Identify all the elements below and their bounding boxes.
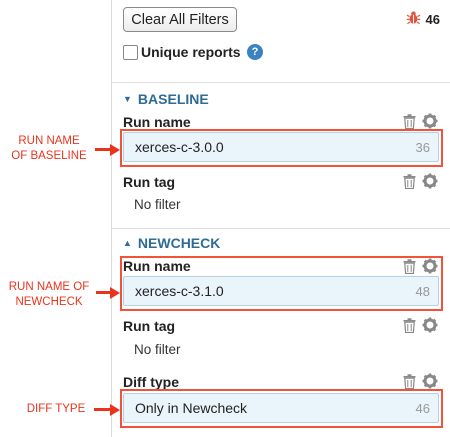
- baseline-title: BASELINE: [137, 91, 209, 107]
- section-divider: [111, 82, 450, 83]
- bug-icon: [406, 10, 421, 28]
- sidebar-divider: [111, 0, 112, 437]
- trash-icon[interactable]: [403, 317, 416, 338]
- newcheck-section-header[interactable]: ▲ NEWCHECK: [123, 235, 220, 251]
- unique-reports-checkbox[interactable]: [123, 45, 138, 60]
- newcheck-highlight-box: [120, 256, 443, 311]
- newcheck-annotation: RUN NAME OF NEWCHECK: [2, 280, 96, 310]
- bug-count-badge: 46: [406, 10, 440, 28]
- diff-type-label: Diff type: [123, 374, 179, 390]
- gear-icon[interactable]: [422, 317, 438, 338]
- annotation-arrow: [95, 143, 120, 156]
- trash-icon[interactable]: [403, 173, 416, 194]
- diff-type-annotation: DIFF TYPE: [20, 402, 92, 417]
- diff-type-highlight-box: [120, 389, 443, 428]
- clear-all-filters-button[interactable]: Clear All Filters: [123, 7, 237, 32]
- unique-reports-label: Unique reports: [141, 44, 241, 60]
- baseline-run-tag-value[interactable]: No filter: [134, 197, 181, 212]
- baseline-run-tag-tools: [403, 173, 438, 194]
- annotation-line: DIFF TYPE: [26, 403, 86, 415]
- baseline-run-name-label: Run name: [123, 114, 191, 130]
- baseline-highlight-box: [120, 129, 443, 167]
- annotation-arrow: [94, 403, 120, 416]
- help-icon[interactable]: ?: [247, 44, 263, 60]
- annotation-arrow: [96, 286, 120, 299]
- annotation-line: RUN NAME OF: [8, 281, 90, 293]
- newcheck-run-tag-tools: [403, 317, 438, 338]
- collapse-triangle-icon: ▼: [123, 94, 132, 104]
- bug-count-value: 46: [425, 11, 440, 27]
- annotation-line: NEWCHECK: [15, 296, 83, 308]
- newcheck-title: NEWCHECK: [137, 235, 221, 251]
- section-divider: [111, 228, 450, 229]
- baseline-annotation: RUN NAME OF BASELINE: [4, 134, 94, 164]
- newcheck-run-tag-label: Run tag: [123, 318, 176, 334]
- baseline-section-header[interactable]: ▼ BASELINE: [123, 91, 209, 107]
- annotation-line: RUN NAME: [18, 135, 80, 147]
- expand-triangle-icon: ▲: [123, 238, 132, 248]
- newcheck-run-tag-value[interactable]: No filter: [134, 342, 181, 357]
- annotation-line: OF BASELINE: [11, 150, 87, 162]
- gear-icon[interactable]: [422, 173, 438, 194]
- baseline-run-tag-label: Run tag: [123, 174, 176, 190]
